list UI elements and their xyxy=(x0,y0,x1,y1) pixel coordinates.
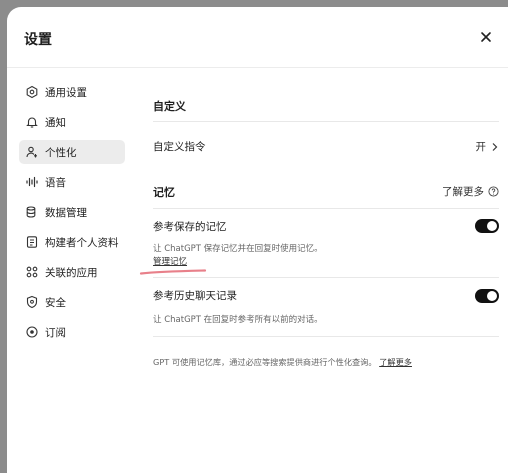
dialog-title: 设置 xyxy=(24,32,52,48)
id-card-icon xyxy=(26,236,38,248)
custom-instructions-label[interactable]: 自定义指令 xyxy=(153,139,206,154)
custom-instructions-status: 开 xyxy=(475,141,487,153)
sidebar-item-notifications[interactable]: 通知 xyxy=(19,110,125,134)
sidebar-item-label: 关联的应用 xyxy=(45,266,98,279)
sidebar-item-label: 订阅 xyxy=(45,326,66,339)
sidebar-item-label: 个性化 xyxy=(45,146,77,159)
sidebar-item-data-controls[interactable]: 数据管理 xyxy=(19,200,125,224)
custom-instructions-value[interactable]: 开 xyxy=(476,139,500,154)
settings-sidebar: 通用设置 通知 个性化 语音 数据管理 构建者个人资料 关联的应用 安全 订阅 xyxy=(19,80,125,350)
waveform-icon xyxy=(26,176,38,188)
footer-learn-more-link[interactable]: 了解更多 xyxy=(379,357,412,367)
chevron-right-icon xyxy=(492,142,498,151)
manage-memory-link[interactable]: 管理记忆 xyxy=(153,255,187,267)
help-icon[interactable] xyxy=(488,186,499,197)
chat-history-toggle[interactable] xyxy=(475,289,499,303)
database-icon xyxy=(26,206,36,218)
header-divider xyxy=(7,67,508,68)
toggle-knob xyxy=(487,291,497,301)
sidebar-item-label: 语音 xyxy=(45,176,66,189)
saved-memory-description: 让 ChatGPT 保存记忆并在回复时使用记忆。 xyxy=(153,244,323,254)
learn-more-link[interactable]: 了解更多 xyxy=(442,184,484,199)
custom-section-title: 自定义 xyxy=(153,100,186,113)
sidebar-item-label: 安全 xyxy=(45,296,66,309)
bell-icon xyxy=(26,117,38,128)
gear-icon xyxy=(26,85,38,99)
memory-learn-more[interactable]: 了解更多 xyxy=(442,184,499,199)
toggle-knob xyxy=(487,221,497,231)
settings-dialog: 设置 通用设置 通知 个性化 语音 数据管理 构建者个人资料 关联的应用 安全 … xyxy=(7,7,508,473)
sidebar-item-subscription[interactable]: 订阅 xyxy=(19,320,125,344)
chat-history-description: 让 ChatGPT 在回复时参考所有以前的对话。 xyxy=(153,315,323,325)
sidebar-item-connected-apps[interactable]: 关联的应用 xyxy=(19,260,125,284)
personalize-icon xyxy=(26,146,37,158)
annotation-underline xyxy=(139,269,207,275)
saved-memory-toggle[interactable] xyxy=(475,219,499,233)
memory-footer-note: GPT 可使用记忆库，通过必应等搜索提供商进行个性化查询。 了解更多 xyxy=(153,356,412,368)
shield-icon xyxy=(26,295,38,309)
footer-text: GPT 可使用记忆库，通过必应等搜索提供商进行个性化查询。 xyxy=(153,357,377,367)
saved-memory-label: 参考保存的记忆 xyxy=(153,221,227,233)
sidebar-item-label: 数据管理 xyxy=(45,206,87,219)
sidebar-item-label: 构建者个人资料 xyxy=(45,236,119,249)
sidebar-item-general[interactable]: 通用设置 xyxy=(19,80,125,104)
sidebar-item-personalization[interactable]: 个性化 xyxy=(19,140,125,164)
sidebar-item-label: 通知 xyxy=(45,116,66,129)
divider xyxy=(153,121,499,122)
sidebar-item-label: 通用设置 xyxy=(45,86,87,99)
chat-history-label: 参考历史聊天记录 xyxy=(153,290,237,302)
sidebar-item-builder-profile[interactable]: 构建者个人资料 xyxy=(19,230,125,254)
divider xyxy=(153,277,499,278)
subscription-icon xyxy=(26,326,38,338)
divider xyxy=(153,336,499,337)
sidebar-item-voice[interactable]: 语音 xyxy=(19,170,125,194)
close-icon[interactable] xyxy=(477,28,495,46)
sidebar-item-security[interactable]: 安全 xyxy=(19,290,125,314)
divider xyxy=(153,208,499,209)
apps-grid-icon xyxy=(26,266,38,278)
memory-section-title: 记忆 xyxy=(153,186,175,199)
